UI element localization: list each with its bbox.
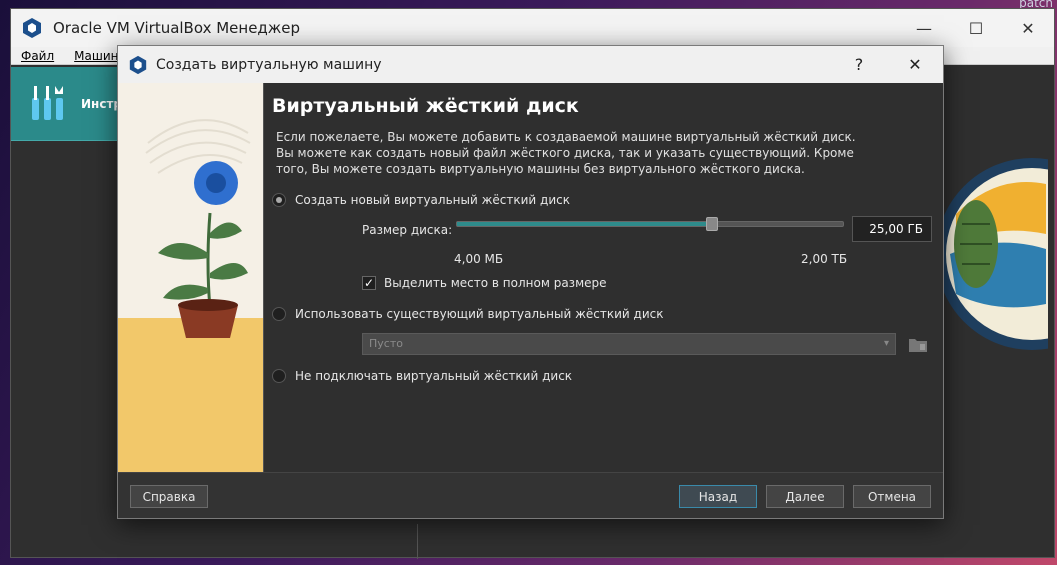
- dialog-title-bar: Создать виртуальную машину ? ✕: [118, 46, 943, 83]
- radio-use-existing-disk[interactable]: Использовать существующий виртуальный жё…: [272, 307, 663, 321]
- disk-size-min-label: 4,00 МБ: [454, 252, 504, 266]
- chevron-down-icon: ▾: [883, 338, 889, 349]
- next-button[interactable]: Далее: [766, 485, 844, 508]
- page-title: Виртуальный жёсткий диск: [272, 95, 579, 117]
- choose-disk-file-button[interactable]: [906, 332, 930, 356]
- disk-size-label: Размер диска:: [362, 223, 453, 237]
- radio-create-new-indicator[interactable]: [272, 193, 286, 207]
- welcome-globe-image: [936, 158, 1048, 350]
- radio-create-new-label: Создать новый виртуальный жёсткий диск: [295, 193, 570, 207]
- disk-size-slider-fill: [457, 222, 712, 226]
- tools-item[interactable]: Инстр: [11, 67, 131, 141]
- help-button[interactable]: Справка: [130, 485, 208, 508]
- existing-disk-select-value: Пусто: [369, 337, 403, 350]
- radio-no-disk[interactable]: Не подключать виртуальный жёсткий диск: [272, 369, 572, 383]
- dialog-body: Виртуальный жёсткий диск Если пожелаете,…: [118, 83, 943, 472]
- back-button[interactable]: Назад: [679, 485, 757, 508]
- tools-icon: [32, 85, 63, 120]
- minimize-button[interactable]: —: [898, 9, 950, 47]
- radio-use-existing-indicator[interactable]: [272, 307, 286, 321]
- dialog-title: Создать виртуальную машину: [156, 56, 382, 73]
- wizard-page-content: Виртуальный жёсткий диск Если пожелаете,…: [264, 83, 943, 472]
- folder-icon: [909, 339, 927, 352]
- maximize-button[interactable]: ☐: [950, 9, 1002, 47]
- help-icon[interactable]: ?: [831, 46, 887, 83]
- disk-size-slider[interactable]: [456, 217, 844, 231]
- radio-no-disk-label: Не подключать виртуальный жёсткий диск: [295, 369, 573, 383]
- disk-size-max-label: 2,00 ТБ: [801, 252, 848, 266]
- virtualbox-logo-icon: [23, 18, 41, 38]
- page-description: Если пожелаете, Вы можете добавить к соз…: [276, 130, 856, 176]
- radio-create-new-disk[interactable]: Создать новый виртуальный жёсткий диск: [272, 193, 570, 207]
- preallocate-label: Выделить место в полном размере: [384, 276, 607, 290]
- pane-divider: [417, 524, 418, 559]
- preallocate-checkbox-row[interactable]: ✓ Выделить место в полном размере: [362, 276, 607, 290]
- close-icon[interactable]: ✕: [887, 46, 943, 83]
- close-window-button[interactable]: ✕: [1002, 9, 1054, 47]
- disk-size-slider-handle[interactable]: [705, 217, 718, 231]
- main-window-title: Oracle VM VirtualBox Менеджер: [53, 19, 301, 37]
- cancel-button[interactable]: Отмена: [853, 485, 931, 508]
- create-vm-dialog: Создать виртуальную машину ? ✕ Виртуальн…: [117, 45, 944, 519]
- radio-use-existing-label: Использовать существующий виртуальный жё…: [295, 307, 664, 321]
- dialog-button-bar: Справка Назад Далее Отмена: [118, 472, 943, 518]
- main-title-bar: Oracle VM VirtualBox Менеджер — ☐ ✕: [11, 9, 1054, 47]
- tools-label: Инстр: [81, 96, 122, 111]
- radio-no-disk-indicator[interactable]: [272, 369, 286, 383]
- preallocate-checkbox[interactable]: ✓: [362, 276, 376, 290]
- menu-file[interactable]: Файл: [11, 49, 64, 63]
- plant-illustration-icon: [118, 83, 263, 472]
- wizard-side-illustration: [118, 83, 264, 472]
- existing-disk-select[interactable]: Пусто ▾: [362, 333, 896, 355]
- virtualbox-logo-icon: [129, 55, 147, 74]
- disk-size-input[interactable]: 25,00 ГБ: [852, 216, 932, 242]
